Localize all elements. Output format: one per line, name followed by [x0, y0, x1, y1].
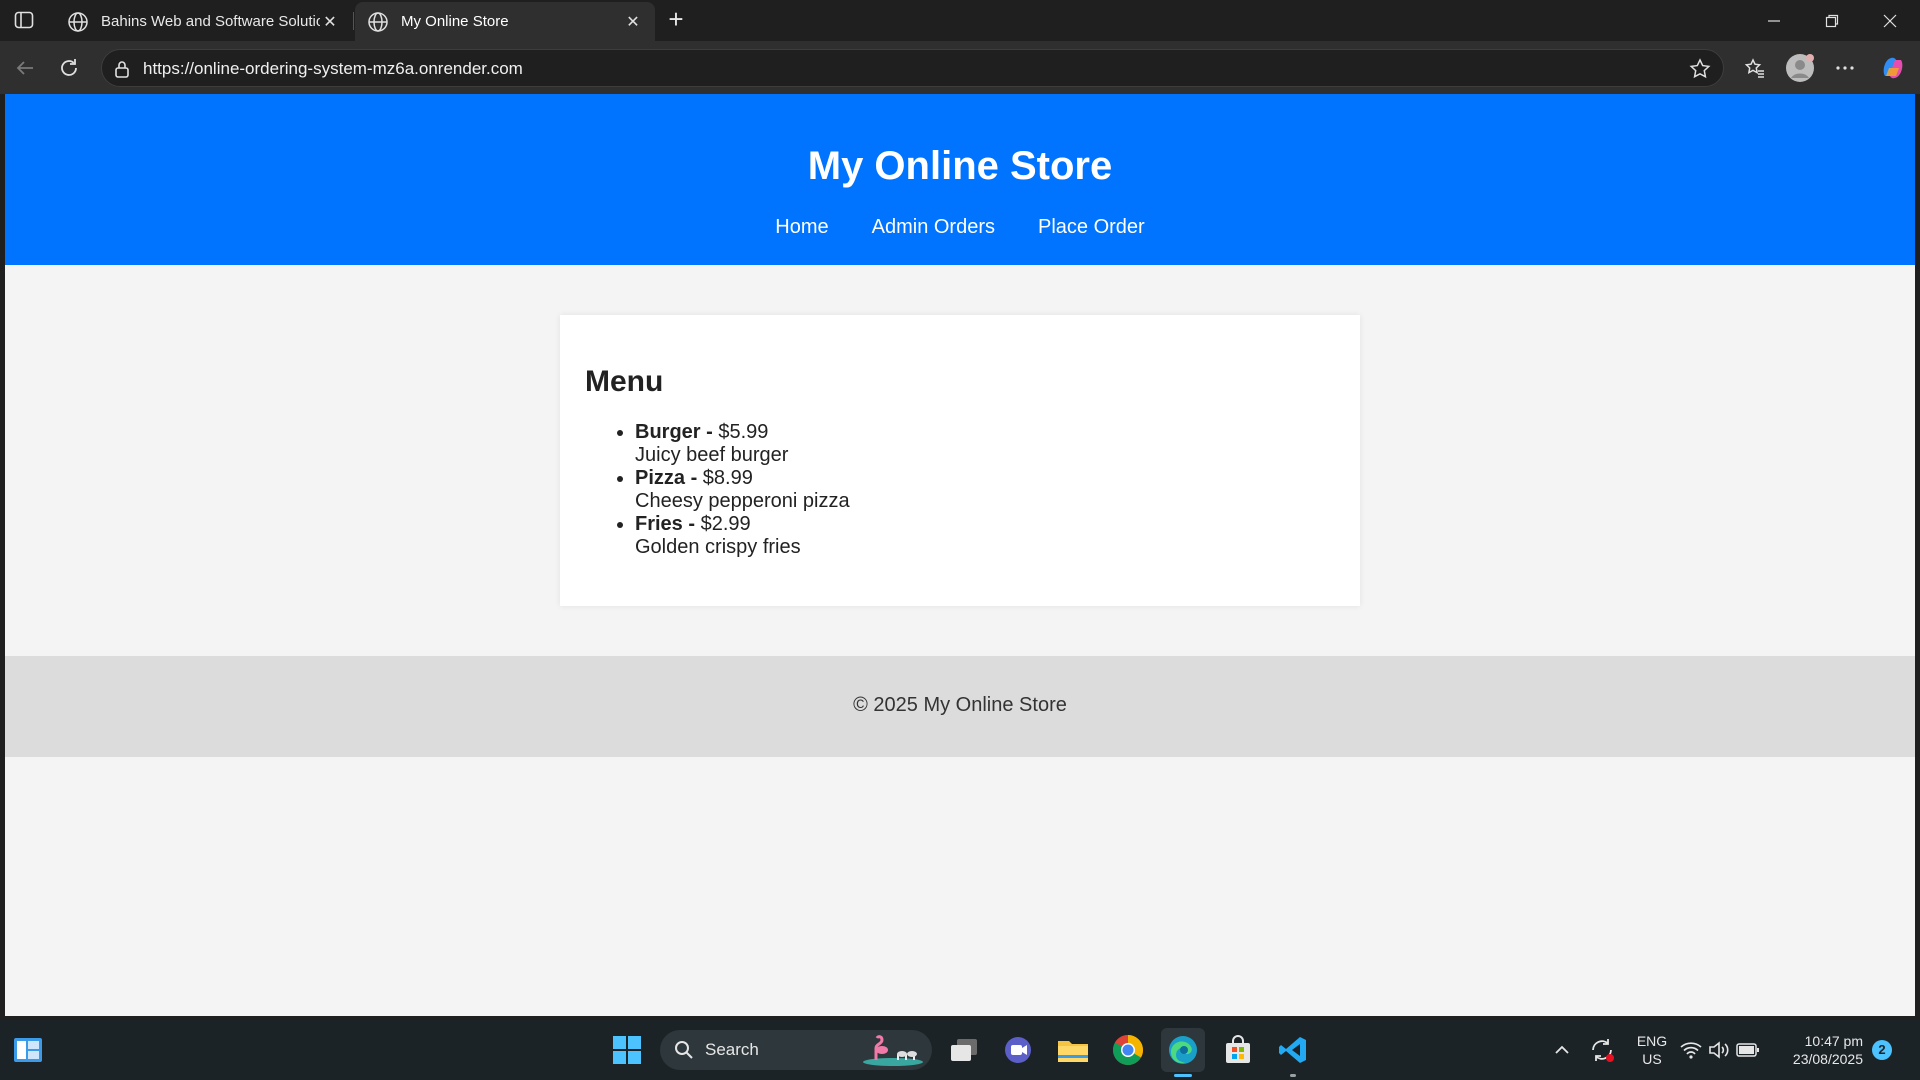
teams-icon[interactable]: [996, 1028, 1040, 1072]
address-bar[interactable]: https://online-ordering-system-mz6a.onre…: [101, 49, 1724, 87]
new-tab-button[interactable]: +: [662, 6, 690, 34]
vscode-icon[interactable]: [1271, 1028, 1315, 1072]
language-code: ENG: [1636, 1033, 1668, 1049]
notification-badge[interactable]: 2: [1870, 1038, 1894, 1062]
favorite-star-icon[interactable]: [1689, 58, 1711, 80]
menu-item: Pizza - $8.99 Cheesy pepperoni pizza: [635, 467, 850, 513]
tab-divider: [353, 12, 354, 30]
site-header: My Online Store Home Admin Orders Place …: [5, 94, 1915, 265]
edge-icon[interactable]: [1161, 1028, 1205, 1072]
reload-icon[interactable]: [54, 53, 84, 83]
volume-icon: [1709, 1041, 1729, 1059]
minimize-button[interactable]: [1745, 0, 1803, 41]
language-indicator[interactable]: ENG US: [1630, 1032, 1674, 1068]
profile-avatar[interactable]: [1785, 53, 1815, 83]
more-options-icon[interactable]: [1830, 53, 1860, 83]
item-name: Burger: [635, 421, 701, 443]
item-description: Cheesy pepperoni pizza: [635, 490, 850, 512]
site-nav: Home Admin Orders Place Order: [5, 216, 1915, 239]
browser-tab-strip: Bahins Web and Software Solutions ✕ My O…: [0, 0, 1920, 41]
nav-link-place-order[interactable]: Place Order: [1038, 216, 1145, 239]
close-tab-icon[interactable]: ✕: [623, 12, 643, 32]
item-description: Golden crispy fries: [635, 536, 801, 558]
item-separator: -: [700, 421, 713, 443]
menu-list: Burger - $5.99 Juicy beef burger Pizza -…: [635, 421, 850, 559]
globe-icon: [368, 11, 388, 32]
tab-title: My Online Store: [401, 13, 509, 30]
lock-icon[interactable]: [112, 59, 132, 79]
site-title: My Online Store: [807, 144, 1113, 188]
close-window-button[interactable]: [1861, 0, 1919, 41]
item-name: Fries: [635, 513, 683, 535]
item-price: $8.99: [697, 467, 753, 489]
region-code: US: [1642, 1051, 1662, 1067]
tab-title: Bahins Web and Software Solutions: [101, 13, 320, 30]
url-text: https://online-ordering-system-mz6a.onre…: [143, 59, 523, 78]
start-icon[interactable]: [605, 1028, 649, 1072]
menu-item: Fries - $2.99 Golden crispy fries: [635, 513, 850, 559]
clock-time: 10:47 pm: [1804, 1033, 1863, 1049]
active-app-indicator: [1174, 1074, 1192, 1077]
web-page: My Online Store Home Admin Orders Place …: [5, 94, 1915, 1016]
store-icon[interactable]: [1216, 1028, 1260, 1072]
globe-icon: [68, 11, 88, 32]
copilot-icon[interactable]: [1878, 53, 1908, 83]
nav-link-admin-orders[interactable]: Admin Orders: [872, 216, 995, 239]
menu-heading: Menu: [585, 365, 664, 398]
tab-my-online-store[interactable]: My Online Store ✕: [355, 2, 655, 41]
widgets-icon[interactable]: [6, 1028, 50, 1072]
clock-date: 23/08/2025: [1792, 1051, 1863, 1067]
chevron-up-icon[interactable]: [1540, 1028, 1584, 1072]
battery-icon: [1736, 1043, 1759, 1057]
item-price: $2.99: [695, 513, 751, 535]
sync-icon[interactable]: [1580, 1028, 1624, 1072]
tab-bahins[interactable]: Bahins Web and Software Solutions ✕: [55, 2, 352, 41]
footer-text: © 2025 My Online Store: [853, 694, 1067, 716]
menu-card: Menu Burger - $5.99 Juicy beef burger Pi…: [560, 315, 1360, 606]
search-icon: [675, 1041, 693, 1059]
taskbar: Search ENG US 10:47 pm 23/08/2025 2: [0, 1020, 1920, 1080]
item-description: Juicy beef burger: [635, 444, 789, 466]
close-tab-icon[interactable]: ✕: [320, 12, 340, 32]
site-footer: © 2025 My Online Store: [5, 656, 1915, 757]
item-separator: -: [682, 513, 696, 535]
back-arrow-icon[interactable]: [10, 53, 40, 83]
file-explorer-icon[interactable]: [1051, 1028, 1095, 1072]
favorites-icon[interactable]: [1740, 53, 1770, 83]
system-status-group[interactable]: [1675, 1028, 1765, 1072]
chrome-icon[interactable]: [1106, 1028, 1150, 1072]
open-app-indicator: [1290, 1074, 1296, 1077]
item-separator: -: [685, 467, 698, 489]
task-view-icon[interactable]: [942, 1028, 986, 1072]
search-label: Search: [705, 1040, 759, 1059]
tab-actions-icon[interactable]: [10, 8, 38, 32]
menu-item: Burger - $5.99 Juicy beef burger: [635, 421, 850, 467]
notification-count: 2: [1872, 1040, 1892, 1060]
restore-button[interactable]: [1803, 0, 1861, 41]
item-price: $5.99: [712, 421, 769, 443]
flamingo-icon: [863, 1035, 923, 1066]
nav-link-home[interactable]: Home: [775, 216, 828, 239]
wifi-icon: [1680, 1042, 1702, 1059]
item-name: Pizza: [635, 467, 686, 489]
taskbar-search[interactable]: Search: [660, 1030, 932, 1070]
clock[interactable]: 10:47 pm 23/08/2025: [1775, 1032, 1863, 1068]
browser-toolbar: https://online-ordering-system-mz6a.onre…: [0, 41, 1920, 94]
